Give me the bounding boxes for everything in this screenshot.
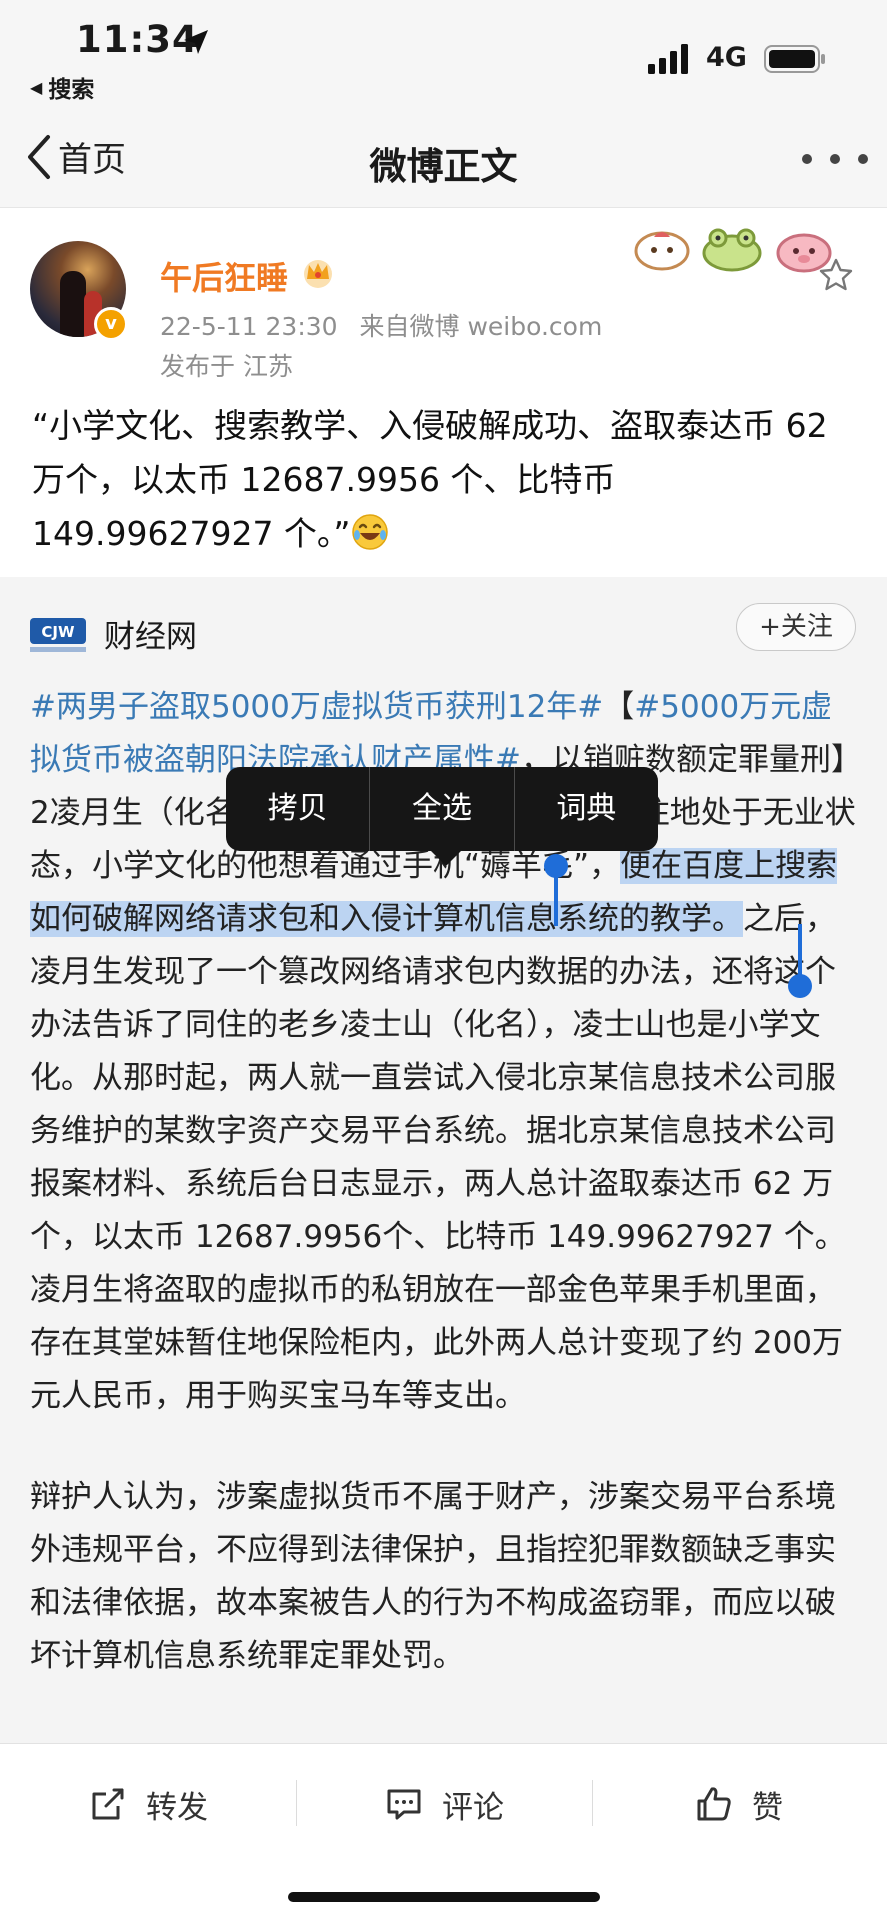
menu-copy[interactable]: 拷贝 [226, 767, 369, 851]
back-triangle-icon: ◀ [30, 77, 43, 97]
laughing-emoji-icon [351, 514, 388, 550]
selection-start-handle[interactable] [544, 854, 568, 926]
share-icon [92, 1788, 124, 1820]
post-username[interactable]: 午后狂睡 [160, 253, 288, 299]
text-context-menu: 拷贝 全选 词典 [226, 767, 658, 851]
source-logo-icon: CJW [30, 618, 86, 652]
post-meta: 22-5-11 23:30 来自微博 weibo.com [160, 307, 616, 343]
thumbs-up-icon [697, 1787, 731, 1821]
reposted-card[interactable]: CJW 财经网 +关注 #两男子盗取5000万虚拟货币获刑12年#【#5000万… [0, 577, 887, 1743]
selection-end-handle[interactable] [788, 924, 812, 998]
repost-button[interactable]: 转发 [88, 1774, 208, 1834]
comment-button[interactable]: 评论 [384, 1774, 504, 1834]
menu-select-all[interactable]: 全选 [370, 767, 513, 851]
paragraph-1-text-c: 之后，凌月生发现了一个篡改网络请求包内数据的办法，还将这个办法告诉了同住的老乡凌… [30, 901, 846, 1414]
battery-icon [764, 45, 825, 73]
like-label: 赞 [752, 1789, 783, 1826]
more-options-icon[interactable] [800, 152, 870, 166]
comment-icon [387, 1789, 421, 1820]
location-arrow-icon [184, 30, 208, 54]
like-button[interactable]: 赞 [694, 1774, 783, 1834]
post-text: “小学文化、搜索教学、入侵破解成功、盗取泰达币 62 万个，以太币 12687.… [32, 399, 862, 561]
cellular-signal-icon [648, 44, 688, 74]
page-title: 微博正文 [369, 145, 518, 188]
source-account-name[interactable]: 财经网 [104, 611, 197, 656]
post-text-content: “小学文化、搜索教学、入侵破解成功、盗取泰达币 62 万个，以太币 12687.… [32, 406, 828, 553]
menu-dictionary[interactable]: 词典 [515, 767, 658, 851]
post-location: 发布于 江苏 [160, 352, 293, 381]
post-source: 来自微博 weibo.com [359, 312, 603, 341]
post-date: 22-5-11 23:30 [160, 312, 338, 341]
follow-button[interactable]: +关注 [736, 603, 856, 651]
home-indicator[interactable] [288, 1892, 600, 1902]
weibo-post: v 午后狂睡 22-5-11 23:30 来自微博 weibo.com 发布于 … [0, 209, 887, 577]
status-bar: 11:34 ◀ 搜索 4G [0, 0, 887, 108]
comment-label: 评论 [442, 1789, 504, 1826]
repost-label: 转发 [146, 1789, 208, 1826]
back-to-app-link[interactable]: ◀ 搜索 [30, 70, 94, 104]
network-type: 4G [706, 42, 747, 73]
navigation-bar: 首页 微博正文 [0, 108, 887, 208]
hashtag-link[interactable]: #两男子盗取5000万虚拟货币获刑12年# [30, 689, 603, 725]
weibo-detail-page: 11:34 ◀ 搜索 4G 首页 微博正文 v 午后狂睡 22-5-11 23:… [0, 0, 887, 1920]
favorite-star-icon[interactable] [818, 257, 854, 293]
sticker-decoration-icon [634, 228, 832, 273]
repost-paragraph-2: 辩护人认为，涉案虚拟货币不属于财产，涉案交易平台系境外违规平台，不应得到法律保护… [30, 1479, 836, 1674]
crown-icon [304, 260, 332, 288]
svg-text:CJW: CJW [41, 623, 75, 641]
context-menu-pointer [430, 850, 462, 866]
back-app-label: 搜索 [48, 77, 95, 103]
bracket-open: 【 [603, 689, 635, 725]
verified-badge-icon: v [94, 307, 128, 341]
